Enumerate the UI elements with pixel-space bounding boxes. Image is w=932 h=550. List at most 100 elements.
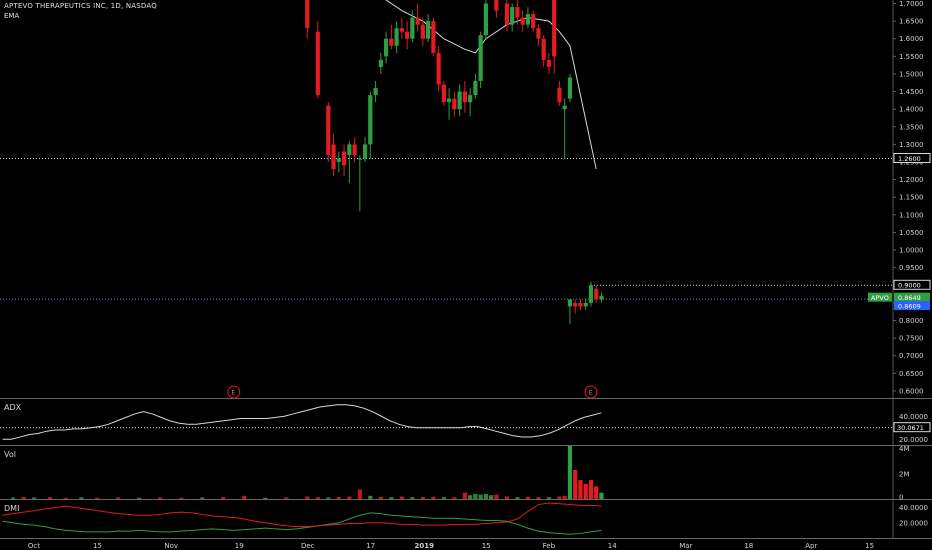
volume-bar [599,492,604,499]
volume-bar [536,497,541,499]
candle-body [368,95,373,145]
price-axis-tick: 1.1500 [899,194,924,202]
candle-body [520,17,525,25]
candle-body [473,81,478,96]
candle-body [383,38,389,57]
candle-body [573,302,578,307]
volume-bar [578,480,583,499]
volume-bar [263,497,268,499]
volume-bar [431,496,436,499]
volume-bar [473,493,478,499]
time-axis-tick: 15 [865,542,874,550]
time-axis-tick: 15 [482,542,491,550]
volume-pane-label[interactable]: Vol [4,450,16,459]
candle-body [394,28,399,46]
price-axis-tick: 0.6500 [899,370,924,378]
time-axis-tick: Apr [805,542,817,550]
candle-body [331,144,336,170]
dmi-axis-tick: 20.0000 [899,519,928,527]
volume-bar [489,495,494,499]
volume-bar [32,497,37,499]
candle-body [405,31,410,39]
price-axis-tick: 0.9500 [899,264,924,272]
volume-bar [63,497,68,499]
volume-bar [179,497,184,499]
volume-bar [573,469,578,499]
time-axis-tick: 2019 [414,542,434,550]
candle-body [410,17,415,39]
price-axis-tick: 1.3000 [899,141,924,149]
volume-bar [504,496,510,499]
candle-body [462,91,467,103]
candle-body [478,35,483,82]
price-axis-tick: 1.5000 [899,70,924,78]
volume-bar [483,493,488,499]
candle-body [588,285,594,303]
volume-bar [420,496,425,499]
volume-axis-tick: 0 [899,494,903,502]
symbol-tag-label: APVO [871,294,889,302]
candle-body [420,24,425,39]
volume-bar [389,497,394,499]
candle-body [447,98,452,103]
candle-body [426,21,431,39]
volume-bar [221,497,226,499]
candle-body [389,38,394,46]
volume-bar [315,497,320,499]
volume-bar [158,497,163,499]
earnings-marker-label: E [232,390,236,397]
dmi-plus-line [2,512,602,535]
candle-body [436,52,441,85]
candle-body [483,3,488,36]
time-axis-tick: 19 [235,542,244,550]
volume-bar [594,486,599,499]
price-axis-tick: 1.3500 [899,123,924,131]
volume-bar [95,497,100,499]
adx-axis-tick: 20.0000 [899,436,928,444]
candle-body [326,105,331,155]
volume-bar [368,495,373,499]
time-axis-tick: Oct [28,542,40,550]
volume-bar [546,497,552,499]
candle-body [315,31,320,96]
candle-body [452,98,457,110]
candle-body [431,21,436,53]
level-price-tag-label: 0.9000 [898,282,921,290]
time-axis-tick: Mar [679,542,692,550]
candle-body [347,144,352,155]
candle-body [415,17,420,25]
candle-body [336,158,341,163]
candle-body [546,59,552,67]
chart-canvas[interactable]: 1.7000 1.6500 1.6000 1.5500 1.5000 1.4500 1.40… [0,0,932,550]
volume-bar [567,446,573,499]
time-axis-tick: 18 [744,542,753,550]
volume-bar [515,497,520,499]
candle-body [541,38,546,60]
volume-bar [347,496,352,499]
candle-body [525,14,531,25]
time-axis-tick: 15 [93,542,102,550]
dmi-axis-tick: 40.0000 [899,504,928,512]
price-axis-tick: 0.7500 [899,335,924,343]
candle-body [468,95,473,103]
adx-pane-label[interactable]: ADX [4,403,21,412]
volume-bar [284,497,289,499]
candle-body [531,14,536,29]
candle-body [562,105,567,110]
candle-body [578,302,583,307]
candle-body [594,288,599,300]
candle-body [399,28,404,32]
candle-body [510,7,515,25]
candle-body [515,7,520,18]
dmi-pane-label[interactable]: DMI [4,504,19,513]
candle-body [494,0,499,11]
ema-indicator-label[interactable]: EMA [4,12,19,20]
candle-body [567,77,573,99]
candle-body [552,0,557,57]
candle-body [536,28,541,39]
adx-axis-tick: 40.0000 [899,413,928,421]
candle-body [305,0,310,29]
volume-bar [242,495,247,499]
candle-body [457,91,462,110]
volume-bar [200,497,205,499]
